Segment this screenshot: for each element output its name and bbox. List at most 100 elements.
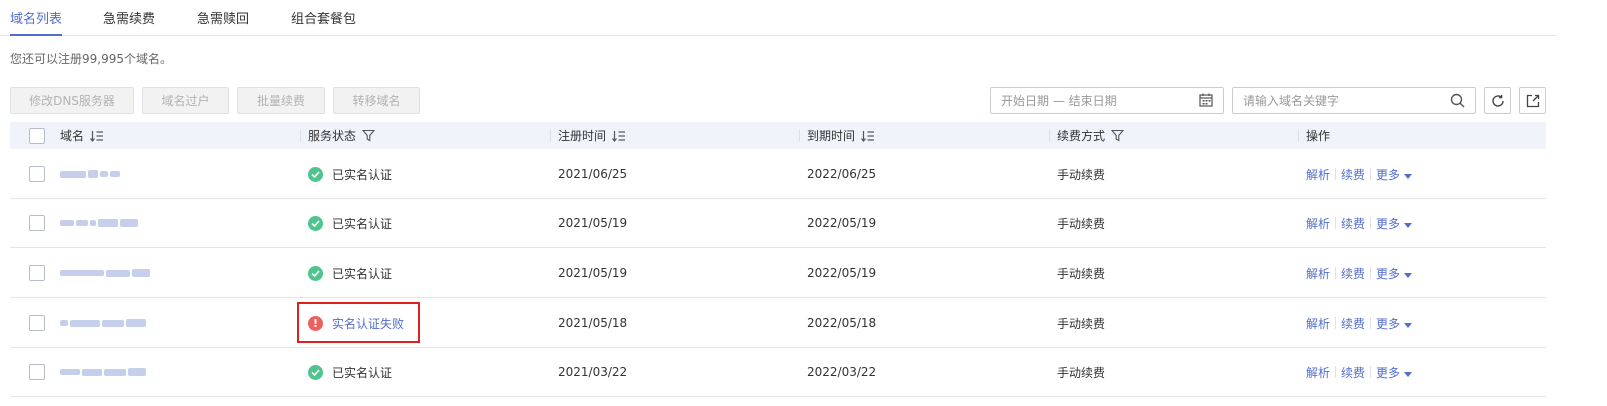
- more-label: 更多: [1376, 216, 1401, 231]
- renew-link[interactable]: 续费: [1341, 364, 1365, 381]
- sort-icon[interactable]: [861, 130, 875, 142]
- status-text: 已实名认证: [332, 266, 393, 281]
- export-button[interactable]: [1519, 87, 1546, 114]
- verified-status-icon: [308, 215, 323, 231]
- col-reg-time-header[interactable]: 注册时间: [550, 122, 626, 149]
- renew-link[interactable]: 续费: [1341, 166, 1365, 183]
- resolve-link[interactable]: 解析: [1306, 364, 1330, 381]
- renew-mode-cell: 手动续费: [1057, 365, 1106, 380]
- refresh-button[interactable]: [1484, 87, 1511, 114]
- batch-renew-button[interactable]: 批量续费: [237, 87, 325, 114]
- table-row: 已实名认证 2021/05/19 2022/05/19 手动续费 解析 续费 更…: [10, 248, 1546, 298]
- caret-down-icon: [1404, 272, 1413, 278]
- status-cell: 已实名认证: [308, 347, 392, 397]
- reg-time-cell: 2021/05/19: [558, 216, 628, 230]
- tab-domain-list[interactable]: 域名列表: [10, 8, 63, 36]
- tab-bar: 域名列表 急需续费 急需赎回 组合套餐包: [0, 0, 1556, 36]
- verified-status-icon: [308, 166, 323, 182]
- ops-cell: 解析 续费 更多: [1306, 198, 1413, 248]
- table-row: 已实名认证 2021/03/22 2022/03/22 手动续费 解析 续费 更…: [10, 347, 1546, 397]
- more-label: 更多: [1376, 266, 1401, 281]
- domain-name-blurred[interactable]: [60, 198, 138, 248]
- filter-icon[interactable]: [362, 129, 376, 142]
- col-exp-time-header[interactable]: 到期时间: [799, 122, 875, 149]
- table-header: 域名 服务状态 注册时间 到期时间 续费方式 操作: [10, 122, 1546, 149]
- caret-down-icon: [1404, 322, 1413, 328]
- renew-mode-cell: 手动续费: [1057, 316, 1106, 331]
- row-checkbox[interactable]: [29, 347, 45, 397]
- quota-text: 您还可以注册99,995个域名。: [10, 52, 172, 66]
- col-domain-header[interactable]: 域名: [60, 122, 104, 149]
- resolve-link[interactable]: 解析: [1306, 265, 1330, 282]
- status-cell: 已实名认证: [308, 149, 392, 199]
- col-domain-label: 域名: [60, 129, 85, 143]
- transfer-owner-button[interactable]: 域名过户: [142, 87, 229, 114]
- transfer-domain-button[interactable]: 转移域名: [333, 87, 420, 114]
- status-cell: 已实名认证: [308, 248, 392, 298]
- ops-cell: 解析 续费 更多: [1306, 298, 1413, 348]
- export-icon: [1526, 94, 1539, 107]
- col-status-header[interactable]: 服务状态: [300, 122, 376, 149]
- status-text: 已实名认证: [332, 167, 393, 182]
- renew-link[interactable]: 续费: [1341, 265, 1365, 282]
- exp-time-cell: 2022/06/25: [807, 167, 877, 181]
- search-icon[interactable]: [1450, 93, 1465, 111]
- col-renew-mode-label: 续费方式: [1057, 129, 1106, 143]
- exp-time-cell: 2022/05/18: [807, 316, 877, 330]
- ops-cell: 解析 续费 更多: [1306, 248, 1413, 298]
- resolve-link[interactable]: 解析: [1306, 166, 1330, 183]
- reg-time-cell: 2021/05/18: [558, 316, 628, 330]
- more-dropdown[interactable]: 更多: [1376, 265, 1413, 282]
- domain-search-input[interactable]: 请输入域名关键字: [1232, 87, 1476, 114]
- ops-cell: 解析 续费 更多: [1306, 347, 1413, 397]
- sort-icon[interactable]: [90, 130, 104, 142]
- more-label: 更多: [1376, 365, 1401, 380]
- tab-bundle-package[interactable]: 组合套餐包: [291, 8, 356, 36]
- col-renew-mode-header[interactable]: 续费方式: [1049, 122, 1125, 149]
- table-row: 已实名认证 2021/06/25 2022/06/25 手动续费 解析 续费 更…: [10, 149, 1546, 199]
- tab-urgent-renew[interactable]: 急需续费: [103, 8, 155, 36]
- tab-urgent-redeem[interactable]: 急需赎回: [197, 8, 249, 36]
- caret-down-icon: [1404, 222, 1413, 228]
- domain-name-blurred[interactable]: [60, 248, 150, 298]
- search-placeholder: 请输入域名关键字: [1243, 94, 1340, 108]
- more-dropdown[interactable]: 更多: [1376, 315, 1413, 332]
- status-text: 已实名认证: [332, 365, 393, 380]
- table-row: 已实名认证 2021/05/19 2022/05/19 手动续费 解析 续费 更…: [10, 198, 1546, 248]
- exp-time-cell: 2022/03/22: [807, 365, 877, 379]
- resolve-link[interactable]: 解析: [1306, 315, 1330, 332]
- resolve-link[interactable]: 解析: [1306, 215, 1330, 232]
- verified-status-icon: [308, 364, 323, 380]
- row-checkbox[interactable]: [29, 298, 45, 348]
- date-range-placeholder: 开始日期 — 结束日期: [1001, 94, 1117, 108]
- renew-link[interactable]: 续费: [1341, 215, 1365, 232]
- status-cell: 已实名认证: [308, 198, 392, 248]
- row-checkbox[interactable]: [29, 149, 45, 199]
- verified-status-icon: [308, 265, 323, 281]
- date-range-picker[interactable]: 开始日期 — 结束日期: [990, 87, 1224, 114]
- col-reg-time-label: 注册时间: [558, 129, 607, 143]
- sort-icon[interactable]: [612, 130, 626, 142]
- refresh-icon: [1491, 94, 1504, 107]
- more-dropdown[interactable]: 更多: [1376, 364, 1413, 381]
- caret-down-icon: [1404, 371, 1413, 377]
- row-checkbox[interactable]: [29, 248, 45, 298]
- domain-name-blurred[interactable]: [60, 298, 146, 348]
- exp-time-cell: 2022/05/19: [807, 216, 877, 230]
- more-dropdown[interactable]: 更多: [1376, 166, 1413, 183]
- reg-time-cell: 2021/03/22: [558, 365, 628, 379]
- renew-link[interactable]: 续费: [1341, 315, 1365, 332]
- error-highlight-box: [297, 302, 420, 343]
- col-status-label: 服务状态: [308, 129, 357, 143]
- ops-cell: 解析 续费 更多: [1306, 149, 1413, 199]
- filter-icon[interactable]: [1111, 129, 1125, 142]
- more-dropdown[interactable]: 更多: [1376, 215, 1413, 232]
- domain-name-blurred[interactable]: [60, 149, 120, 199]
- modify-dns-button[interactable]: 修改DNS服务器: [10, 87, 134, 114]
- col-ops-header: 操作: [1298, 122, 1331, 149]
- more-label: 更多: [1376, 167, 1401, 182]
- col-ops-label: 操作: [1306, 129, 1331, 143]
- select-all-checkbox[interactable]: [29, 122, 45, 149]
- row-checkbox[interactable]: [29, 198, 45, 248]
- domain-name-blurred[interactable]: [60, 347, 146, 397]
